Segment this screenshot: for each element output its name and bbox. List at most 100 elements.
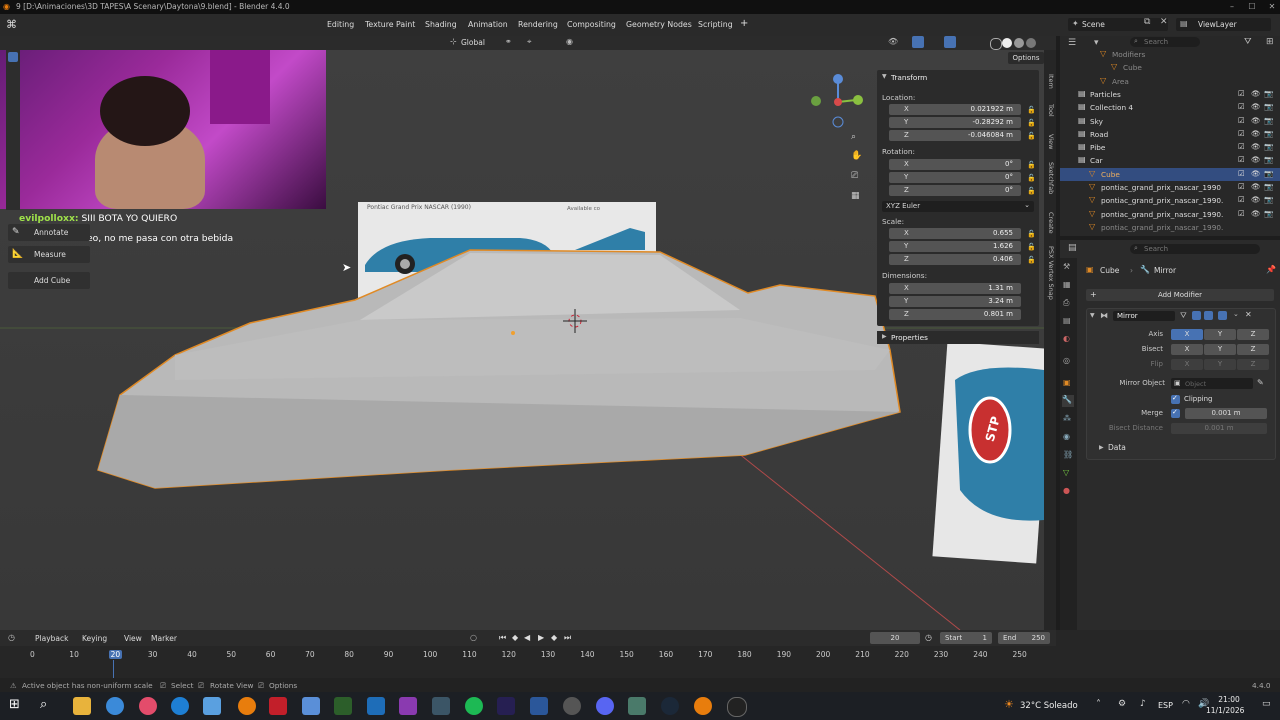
viewlayer-selector[interactable]: ▤ ViewLayer	[1176, 18, 1271, 31]
axis-y-toggle[interactable]: Y	[1204, 329, 1236, 340]
prev-keyframe-icon[interactable]: ◆	[512, 633, 518, 642]
eye-icon[interactable]: 👁	[1251, 102, 1261, 111]
constraints-tab-icon[interactable]: ⛓	[1063, 450, 1073, 460]
data-subpanel-header[interactable]: Data	[1108, 443, 1126, 452]
blender-taskbar-icon[interactable]	[694, 697, 712, 715]
tool-measure[interactable]: 📐 Measure	[8, 246, 90, 263]
app-icon[interactable]	[302, 697, 320, 715]
current-frame-field[interactable]: 20	[870, 632, 920, 644]
transform-orientation-dropdown[interactable]: Global	[461, 38, 485, 47]
eye-icon[interactable]: 👁	[1251, 89, 1261, 98]
flip-x-toggle[interactable]: X	[1171, 359, 1203, 370]
exclude-checkbox-icon[interactable]: ☑	[1238, 182, 1245, 191]
object-tab-icon[interactable]: ▣	[1063, 378, 1073, 388]
weather-text[interactable]: 32°C Soleado	[1020, 701, 1078, 711]
play-reverse-icon[interactable]: ◀	[524, 633, 530, 642]
camera-icon[interactable]: 📷	[1264, 129, 1273, 138]
blender-menu-icon[interactable]: ⌘	[6, 18, 17, 31]
playhead-line[interactable]	[113, 660, 114, 678]
filter-icon[interactable]: ⛛	[1244, 37, 1252, 47]
outliner-row[interactable]: ▤ Road ☑ 👁 📷	[1060, 128, 1280, 141]
outliner-row[interactable]: ▤ Collection 4 ☑ 👁 📷	[1060, 101, 1280, 114]
solid-shading-icon[interactable]	[1002, 38, 1012, 48]
scale-z-field[interactable]: Z 0.406	[889, 254, 1021, 265]
eye-icon[interactable]: 👁	[1251, 155, 1261, 164]
preview-range-icon[interactable]: ◷	[925, 633, 932, 642]
camera-view-icon[interactable]: ⎚	[851, 171, 858, 181]
exclude-checkbox-icon[interactable]: ☑	[1238, 195, 1245, 204]
new-scene-icon[interactable]: ⧉	[1144, 17, 1150, 27]
dimensions-x-field[interactable]: X 1.31 m	[889, 283, 1021, 294]
tab-create[interactable]: Create	[1045, 212, 1055, 234]
app-icon[interactable]	[432, 697, 450, 715]
lock-icon[interactable]: 🔓	[1027, 187, 1036, 195]
minimize-button[interactable]: –	[1222, 2, 1242, 12]
app-icon[interactable]	[628, 697, 646, 715]
tab-scripting[interactable]: Scripting	[698, 20, 733, 29]
tab-view[interactable]: View	[1045, 134, 1055, 149]
eye-icon[interactable]: 👁	[1251, 142, 1261, 151]
outliner-row[interactable]: ▽ pontiac_grand_prix_nascar_1990. ☑ 👁 📷	[1060, 208, 1280, 221]
pin-icon[interactable]: 📌	[1266, 265, 1276, 274]
merge-distance-field[interactable]: 0.001 m	[1185, 408, 1267, 419]
render-tab-icon[interactable]: ▦	[1063, 280, 1073, 290]
lock-icon[interactable]: 🔓	[1027, 256, 1036, 264]
transform-panel-title[interactable]: Transform	[891, 73, 927, 82]
auto-key-icon[interactable]: ○	[470, 633, 477, 642]
rotation-mode-dropdown[interactable]: XYZ Euler ⌄	[882, 201, 1034, 212]
zoom-icon[interactable]: ⌕	[851, 132, 856, 142]
tab-texture-paint[interactable]: Texture Paint	[365, 20, 415, 29]
pycharm-icon[interactable]	[334, 697, 352, 715]
gizmo-toggle-icon[interactable]	[912, 36, 924, 48]
tab-item[interactable]: Item	[1045, 74, 1055, 89]
outliner-row[interactable]: ▤ Sky ☑ 👁 📷	[1060, 115, 1280, 128]
view-layer-tab-icon[interactable]: ▤	[1063, 316, 1073, 326]
new-collection-icon[interactable]: ⊞	[1266, 37, 1274, 47]
play-icon[interactable]: ▶	[538, 633, 544, 642]
next-keyframe-icon[interactable]: ◆	[551, 633, 557, 642]
wifi-icon[interactable]: ◠	[1182, 699, 1190, 709]
outliner-editor-icon[interactable]: ☰	[1068, 38, 1076, 48]
lock-icon[interactable]: 🔓	[1027, 243, 1036, 251]
dimensions-z-field[interactable]: Z 0.801 m	[889, 309, 1021, 320]
properties-panel-header[interactable]: ▶ Properties	[877, 331, 1039, 344]
close-button[interactable]: ✕	[1262, 2, 1280, 12]
outliner-row[interactable]: ▽ pontiac_grand_prix_nascar_1990 ☑ 👁 📷	[1060, 181, 1280, 194]
lock-icon[interactable]: 🔓	[1027, 230, 1036, 238]
outliner-row[interactable]: ▽ Cube	[1060, 61, 1280, 74]
eye-icon[interactable]: 👁	[1251, 195, 1261, 204]
lock-icon[interactable]: 🔓	[1027, 161, 1036, 169]
outliner-row[interactable]: ▤ Particles ☑ 👁 📷	[1060, 88, 1280, 101]
clipping-checkbox[interactable]: ✓	[1171, 394, 1180, 404]
discord-icon[interactable]	[596, 697, 614, 715]
jump-end-icon[interactable]: ⏭	[564, 633, 571, 643]
lock-icon[interactable]: 🔓	[1027, 119, 1036, 127]
pan-hand-icon[interactable]: ✋	[851, 151, 862, 161]
exclude-checkbox-icon[interactable]: ☑	[1238, 129, 1245, 138]
tab-compositing[interactable]: Compositing	[567, 20, 616, 29]
tab-animation[interactable]: Animation	[468, 20, 508, 29]
word-icon[interactable]	[530, 697, 548, 715]
eye-icon[interactable]: 👁	[1251, 209, 1261, 218]
location-z-field[interactable]: Z -0.046084 m	[889, 130, 1021, 141]
mirror-object-field[interactable]: ▣ Object	[1171, 378, 1253, 389]
camera-icon[interactable]: 📷	[1264, 142, 1273, 151]
spotify-icon[interactable]	[465, 697, 483, 715]
view-menu[interactable]: View	[124, 634, 142, 643]
rotation-x-field[interactable]: X 0°	[889, 159, 1021, 170]
data-tab-icon[interactable]: ▽	[1063, 468, 1073, 478]
collapse-icon[interactable]: ▼	[1090, 312, 1095, 319]
bisect-x-toggle[interactable]: X	[1171, 344, 1203, 355]
flip-y-toggle[interactable]: Y	[1204, 359, 1236, 370]
camera-icon[interactable]: 📷	[1264, 182, 1273, 191]
lock-icon[interactable]: 🔓	[1027, 132, 1036, 140]
windows-start-icon[interactable]: ⊞	[9, 697, 20, 712]
settings-icon[interactable]	[563, 697, 581, 715]
flip-z-toggle[interactable]: Z	[1237, 359, 1269, 370]
rotation-z-field[interactable]: Z 0°	[889, 185, 1021, 196]
output-tab-icon[interactable]: ⎙	[1063, 298, 1073, 308]
rotation-y-field[interactable]: Y 0°	[889, 172, 1021, 183]
viewport-toggle-icon[interactable]	[1204, 311, 1213, 320]
tab-sketchfab[interactable]: Sketchfab	[1045, 162, 1055, 194]
jump-start-icon[interactable]: ⏮	[499, 633, 506, 643]
